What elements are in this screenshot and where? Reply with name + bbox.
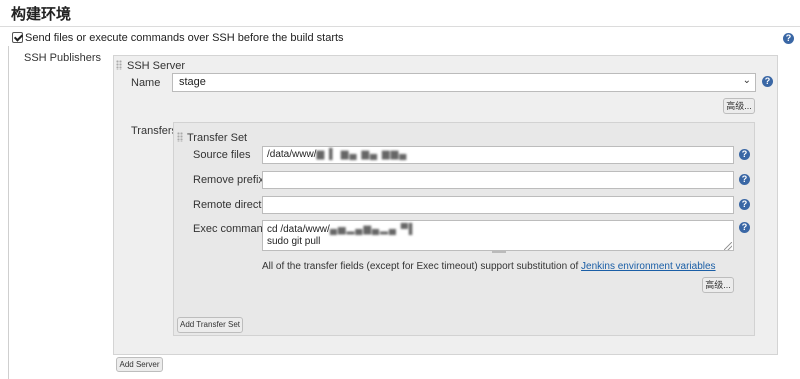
ssh-server-title: SSH Server: [127, 60, 186, 72]
name-help-icon[interactable]: ?: [762, 76, 773, 87]
help-icon[interactable]: ?: [783, 33, 794, 44]
exec-command-label: Exec command: [193, 223, 269, 235]
variables-hint: All of the transfer fields (except for E…: [262, 261, 716, 272]
ssh-before-build-label: Send files or execute commands over SSH …: [25, 32, 344, 44]
chevron-down-icon: ⌄: [742, 75, 751, 86]
exec-command-help-icon[interactable]: ?: [739, 222, 750, 233]
remote-directory-input[interactable]: [262, 196, 734, 214]
left-rail: [8, 46, 110, 379]
name-label: Name: [131, 77, 161, 89]
ssh-publishers-label: SSH Publishers: [24, 52, 102, 64]
ssh-before-build-checkbox[interactable]: [12, 32, 23, 43]
add-transfer-set-button[interactable]: Add Transfer Set: [177, 317, 243, 333]
server-name-select[interactable]: stage ⌄: [172, 73, 756, 92]
section-title: 构建环境: [11, 6, 72, 23]
transfer-advanced-button[interactable]: 高级...: [702, 277, 734, 293]
drag-grip-icon[interactable]: [116, 60, 122, 70]
remove-prefix-help-icon[interactable]: ?: [739, 174, 750, 185]
add-server-button[interactable]: Add Server: [116, 357, 163, 372]
source-files-input[interactable]: /data/www/▆ ▌ ▆▄ ▆▄ ▆▆▄: [262, 146, 734, 164]
textarea-expand-handle[interactable]: [492, 251, 506, 253]
exec-line2: sudo git pull: [267, 236, 321, 247]
remove-prefix-input[interactable]: [262, 171, 734, 189]
server-advanced-button[interactable]: 高级...: [723, 98, 755, 114]
transfers-label: Transfers: [131, 125, 178, 137]
transfer-set-title: Transfer Set: [187, 132, 248, 144]
textarea-resize-handle[interactable]: [724, 242, 732, 250]
server-name-value: stage: [179, 76, 206, 88]
remote-directory-help-icon[interactable]: ?: [739, 199, 750, 210]
source-files-label: Source files: [193, 149, 251, 161]
jenkins-env-vars-link[interactable]: Jenkins environment variables: [581, 261, 716, 272]
exec-line1-prefix: cd /data/www/: [267, 224, 330, 235]
source-files-redacted: ▆ ▌ ▆▄ ▆▄ ▆▆▄: [316, 149, 408, 160]
transfer-drag-grip-icon[interactable]: [177, 132, 183, 142]
exec-line1-redacted: ▄▅▂▄▆▄▂▄ ▀▌: [329, 224, 417, 235]
source-files-help-icon[interactable]: ?: [739, 149, 750, 160]
section-divider: [0, 26, 800, 27]
remove-prefix-label: Remove prefix: [193, 174, 264, 186]
source-files-prefix: /data/www/: [267, 149, 317, 160]
exec-command-textarea[interactable]: cd /data/www/▄▅▂▄▆▄▂▄ ▀▌ sudo git pull: [262, 220, 734, 251]
hint-text: All of the transfer fields (except for E…: [262, 261, 582, 272]
